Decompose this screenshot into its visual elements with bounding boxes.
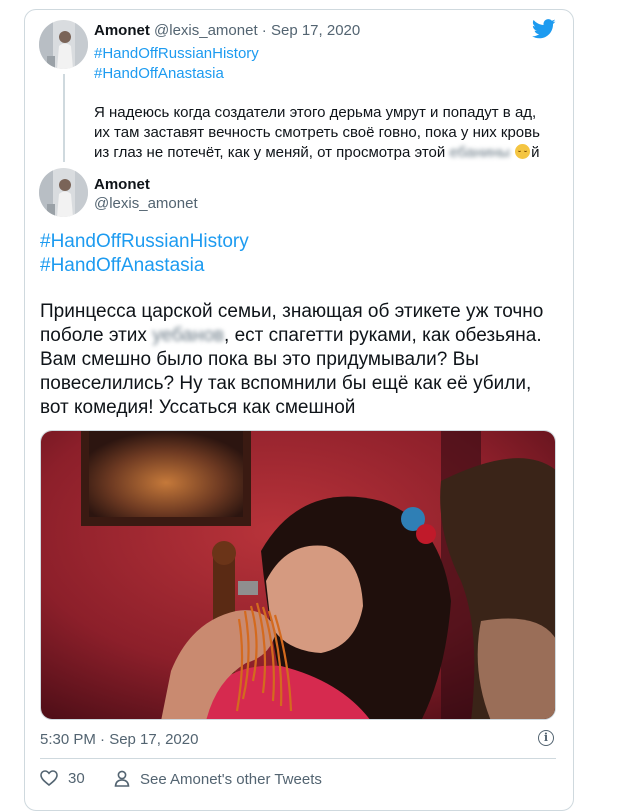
avatar[interactable] [39,168,88,217]
censored-word: ебанины [449,144,510,161]
hashtag-link[interactable]: #HandOffRussianHistory [94,44,259,64]
hashtag-link[interactable]: #HandOffAnastasia [94,64,259,84]
person-icon [114,770,130,787]
censored-word: уебанов [152,325,225,346]
handle[interactable]: @lexis_amonet [94,195,198,212]
hashtag-link[interactable]: #HandOffRussianHistory [40,230,249,254]
tweet-date[interactable]: Sep 17, 2020 [271,22,360,39]
tweet-text-part: й [531,144,540,161]
divider [40,758,556,759]
quoted-hashtags: #HandOffRussianHistory #HandOffAnastasia [94,44,259,84]
main-tweet-text: Принцесса царской семьи, знающая об этик… [40,300,560,420]
display-name[interactable]: Amonet [94,176,150,193]
tweet-photo[interactable] [40,430,556,720]
info-icon[interactable]: i [538,730,554,746]
tweet-photo-girl-eating-spaghetti-icon [41,431,555,719]
relieved-face-emoji-icon [515,144,531,159]
like-button[interactable]: 30 [40,770,85,787]
like-count: 30 [68,770,85,787]
tweet-timestamp[interactable]: 5:30 PM · Sep 17, 2020 [40,731,198,748]
avatar[interactable] [39,20,88,69]
heart-icon [40,770,58,786]
main-hashtags: #HandOffRussianHistory #HandOffAnastasia [40,230,249,278]
thread-connector-line [63,74,65,162]
display-name[interactable]: Amonet [94,22,150,39]
separator: · [261,22,267,39]
quoted-tweet-header: Amonet @lexis_amonet · Sep 17, 2020 [94,22,360,39]
see-other-tweets-label: See Amonet's other Tweets [140,771,322,788]
quoted-tweet-text: Я надеюсь когда создатели этого дерьма у… [94,103,544,163]
hashtag-link[interactable]: #HandOffAnastasia [40,254,249,278]
twitter-bird-icon[interactable] [532,19,556,39]
see-other-tweets-link[interactable]: See Amonet's other Tweets [114,770,322,788]
handle[interactable]: @lexis_amonet [154,22,258,39]
